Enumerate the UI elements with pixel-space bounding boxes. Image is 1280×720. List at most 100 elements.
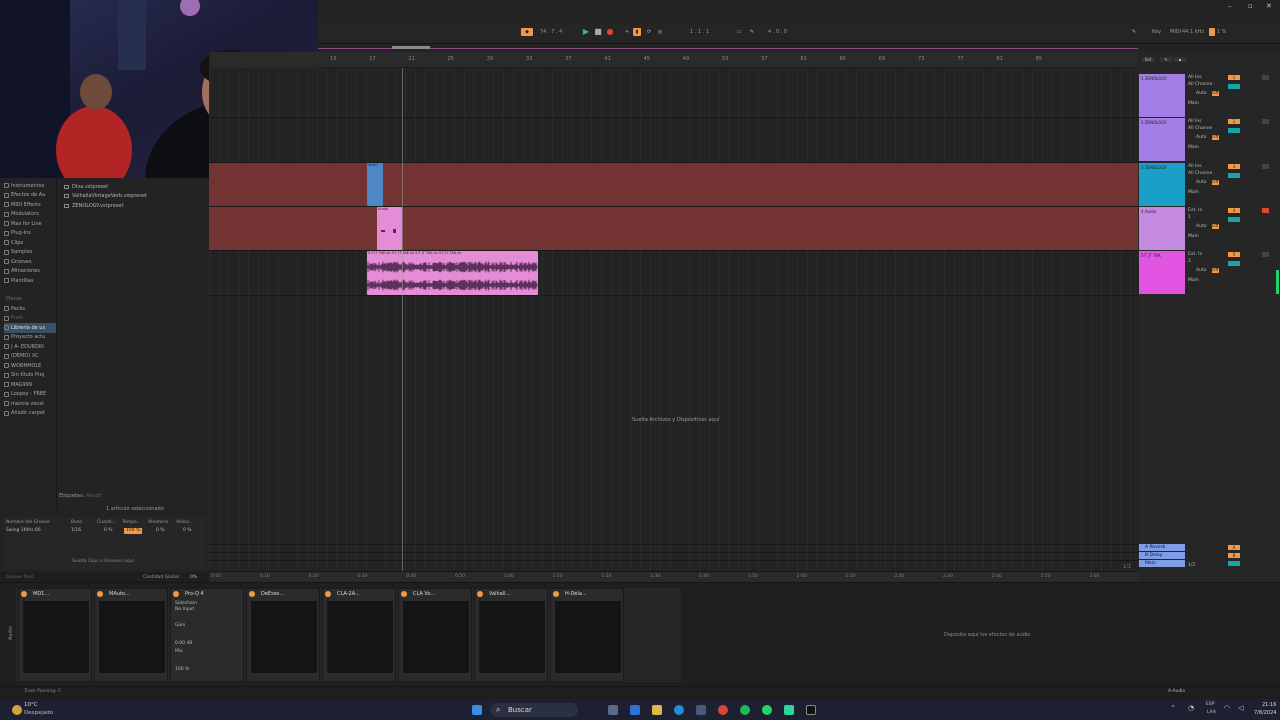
device-plugin-panel[interactable] bbox=[251, 601, 317, 673]
main-volume[interactable] bbox=[1228, 561, 1240, 566]
tags-add-field[interactable]: Añadir bbox=[86, 493, 102, 499]
track-name[interactable]: 1 ZENOLOGY bbox=[1141, 76, 1167, 81]
draw-mode-icon[interactable]: ✎ bbox=[748, 28, 756, 36]
track-input-select[interactable]: All Ins bbox=[1188, 164, 1202, 169]
key-map-label[interactable]: Key bbox=[1152, 29, 1161, 35]
device-plugin[interactable]: MAuto... bbox=[94, 588, 168, 682]
track-header[interactable]: 4 Audio bbox=[1139, 207, 1185, 250]
device-plugin-panel[interactable] bbox=[555, 601, 621, 673]
track-volume[interactable] bbox=[1228, 217, 1240, 222]
audio-effects-drop-zone[interactable]: Deposita aquí los efectos de audio bbox=[944, 632, 1030, 638]
track-name[interactable]: 2 ZENOLOGY bbox=[1141, 120, 1167, 125]
browser-category[interactable]: MIDI Effects bbox=[4, 200, 56, 210]
track-volume[interactable] bbox=[1228, 173, 1240, 178]
monitor-auto[interactable]: Auto bbox=[1196, 91, 1206, 96]
monitor-off[interactable]: Off bbox=[1212, 224, 1219, 229]
place-item[interactable]: Librería de us bbox=[4, 323, 56, 333]
wifi-icon[interactable]: ◠ bbox=[1224, 704, 1230, 712]
pencil-icon[interactable]: ✎ bbox=[1130, 28, 1138, 36]
record-icon[interactable]: ● bbox=[606, 28, 614, 36]
track-volume[interactable] bbox=[1228, 261, 1240, 266]
device-title[interactable]: H-Dela... bbox=[565, 591, 587, 597]
browser-category[interactable]: Afinaciones bbox=[4, 267, 56, 277]
file-item[interactable]: ZENOLOGY.vstpreset bbox=[64, 201, 208, 211]
loop-icon[interactable]: ⟳ bbox=[645, 28, 653, 36]
pencil-icon[interactable]: ✎ bbox=[1160, 57, 1172, 62]
monitor-off[interactable]: Off bbox=[1212, 91, 1219, 96]
keyboard-layout-label[interactable]: LAA bbox=[1207, 710, 1216, 715]
clock-date[interactable]: 7/8/2024 bbox=[1254, 710, 1276, 716]
track-activator[interactable]: 5 bbox=[1228, 252, 1240, 257]
place-item[interactable]: mezcla vocal bbox=[4, 399, 56, 409]
device-title[interactable]: Pro-Q 4 bbox=[185, 591, 204, 597]
track-input-select[interactable]: All Ins bbox=[1188, 75, 1202, 80]
clock-time[interactable]: 21:16 bbox=[1262, 702, 1276, 708]
device-plugin-panel[interactable] bbox=[23, 601, 89, 673]
overview-icon[interactable]: ▪ bbox=[1174, 57, 1186, 62]
return-track-a[interactable]: A Reverb bbox=[1139, 544, 1185, 551]
browser-category[interactable]: Efectos de Au bbox=[4, 191, 56, 201]
groove-random[interactable]: 0 % bbox=[156, 528, 165, 534]
track-channel-select[interactable]: 1 bbox=[1188, 215, 1191, 220]
session-record-icon[interactable]: ◎ bbox=[656, 28, 664, 36]
place-item[interactable]: Packs bbox=[4, 304, 56, 314]
browser-category[interactable]: Max for Live bbox=[4, 219, 56, 229]
device-plugin[interactable]: Valhall... bbox=[474, 588, 548, 682]
mix-value[interactable]: 100 % bbox=[175, 667, 189, 672]
track-header[interactable]: 3 ZENOLOGY bbox=[1139, 163, 1185, 206]
track-channel-select[interactable]: All Channe bbox=[1188, 126, 1212, 131]
device-plugin[interactable]: Pro-Q 4 Sidechain No Input Gain 0.00 dB Mix 10… bbox=[170, 588, 244, 682]
place-item[interactable]: Sin título Proj bbox=[4, 371, 56, 381]
weather-desc[interactable]: Despejado bbox=[24, 710, 53, 716]
file-item[interactable]: Diva.vstpreset bbox=[64, 182, 208, 192]
track-output-select[interactable]: Main bbox=[1188, 101, 1199, 106]
device-plugin-panel[interactable] bbox=[99, 601, 165, 673]
groove-quantize[interactable]: 0 % bbox=[104, 528, 113, 534]
place-item[interactable]: MAG999 bbox=[4, 380, 56, 390]
track-output-select[interactable]: Main bbox=[1188, 278, 1199, 283]
store-icon[interactable] bbox=[696, 705, 706, 715]
loop-brace[interactable] bbox=[392, 46, 430, 49]
monitor-auto[interactable]: Auto bbox=[1196, 180, 1206, 185]
track-activator[interactable]: 2 bbox=[1228, 119, 1240, 124]
return-a-button[interactable]: A bbox=[1228, 545, 1240, 550]
weather-icon[interactable] bbox=[12, 705, 22, 715]
monitor-auto[interactable]: Auto bbox=[1196, 135, 1206, 140]
global-amount-value[interactable]: 0% bbox=[190, 575, 197, 580]
place-item[interactable]: WORMHOLE bbox=[4, 361, 56, 371]
audio-clip[interactable]: Audio bbox=[377, 207, 402, 250]
track-header[interactable]: 1 ZENOLOGY bbox=[1139, 74, 1185, 117]
track-output-select[interactable]: Main bbox=[1188, 190, 1199, 195]
taskbar-search[interactable] bbox=[490, 703, 578, 717]
browser-category[interactable]: Grooves bbox=[4, 257, 56, 267]
device-plugin[interactable]: DeEsse... bbox=[246, 588, 320, 682]
groove-drop-zone[interactable]: Suelta Clips o Grooves aquí bbox=[72, 559, 134, 564]
device-title[interactable]: CLA-2A... bbox=[337, 591, 360, 597]
language-label[interactable]: ESP bbox=[1206, 702, 1214, 707]
punch-icon[interactable]: ▭ bbox=[735, 28, 743, 36]
track-activator[interactable]: 1 bbox=[1228, 75, 1240, 80]
browser-category[interactable]: Instrumentos bbox=[4, 181, 56, 191]
record-arm-button[interactable] bbox=[1262, 164, 1269, 169]
place-item[interactable]: Loopsy - FREE bbox=[4, 390, 56, 400]
device-plugin[interactable]: CLA Vo... bbox=[398, 588, 472, 682]
stop-icon[interactable]: ■ bbox=[594, 28, 602, 36]
browser-category[interactable]: Plug-Ins bbox=[4, 229, 56, 239]
minimize-icon[interactable]: – bbox=[1228, 2, 1232, 10]
record-arm-button[interactable] bbox=[1262, 252, 1269, 257]
tempo-display[interactable]: 74 . 7 . 4 bbox=[540, 29, 562, 35]
device-plugin-panel[interactable] bbox=[479, 601, 545, 673]
automation-arm-button[interactable]: ▮ bbox=[633, 28, 641, 36]
app-icon[interactable] bbox=[784, 705, 794, 715]
sidechain-input-select[interactable]: No Input bbox=[175, 607, 194, 612]
groove-base[interactable]: 1/16 bbox=[71, 528, 81, 534]
play-icon[interactable]: ▶ bbox=[582, 28, 590, 36]
monitor-auto[interactable]: Auto bbox=[1196, 224, 1206, 229]
network-icon[interactable]: ◔ bbox=[1188, 704, 1194, 712]
audio-clip[interactable]: 5-T JT TAK ch 5-T JT TAK ch 5-T JT TAK c… bbox=[367, 251, 538, 295]
volume-icon[interactable]: ◁ bbox=[1238, 704, 1243, 712]
whatsapp-icon[interactable] bbox=[762, 705, 772, 715]
arrangement-view[interactable] bbox=[209, 68, 1138, 572]
device-plugin-panel[interactable] bbox=[327, 601, 393, 673]
return-b-button[interactable]: B bbox=[1228, 553, 1240, 558]
